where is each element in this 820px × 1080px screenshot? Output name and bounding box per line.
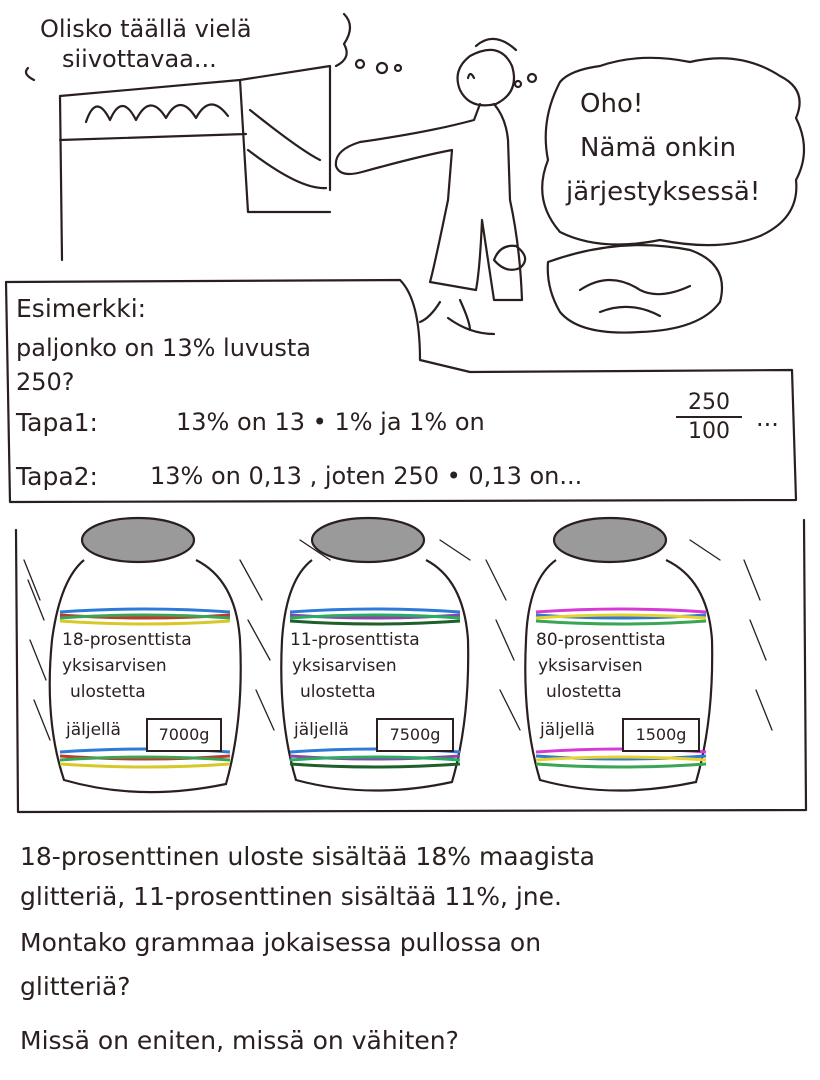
example-title: Esimerkki: <box>16 294 147 323</box>
jar-line-3: ulostetta <box>546 682 622 702</box>
jar-line-1: 80-prosenttista <box>536 630 666 650</box>
character <box>456 48 516 107</box>
jar-line-3: ulostetta <box>70 682 146 702</box>
glitter-stripe <box>289 619 461 626</box>
bottom-text-4: glitteriä? <box>20 972 131 1001</box>
glitter-stripe <box>289 607 461 614</box>
bubble-dot <box>354 58 366 70</box>
jar-left-label: jäljellä <box>540 720 595 740</box>
glitter-stripe <box>59 619 231 626</box>
bubble-dot <box>393 63 403 73</box>
bottom-text-1: 18-prosenttinen uloste sisältää 18% maag… <box>20 842 595 871</box>
bottom-text-5: Missä on eniten, missä on vähiten? <box>20 1026 459 1055</box>
glitter-stripe <box>535 619 707 626</box>
thought-text-right: Oho! Nämä onkin järjestyksessä! <box>566 89 761 207</box>
bottom-text-3: Montako grammaa jokaisessa pullossa on <box>20 928 542 957</box>
bottom-text-2: glitteriä, 11-prosenttinen sisältää 11%,… <box>20 882 562 911</box>
example-question-1: paljonko on 13% luvusta <box>16 334 311 362</box>
glitter-stripe <box>59 762 231 769</box>
way1-text: 13% on 13 • 1% ja 1% on <box>176 408 485 436</box>
example-question-2: 250? <box>16 368 75 396</box>
way1-tail: ... <box>756 404 779 432</box>
glitter-stripe <box>535 762 707 769</box>
fraction-numerator: 250 <box>676 390 742 418</box>
bag <box>546 244 724 334</box>
jar-line-3: ulostetta <box>300 682 376 702</box>
cabinet <box>58 64 332 262</box>
way2-label: Tapa2: <box>16 462 98 491</box>
way1-fraction: 250 100 <box>676 390 742 446</box>
jar-line-2: yksisarvisen <box>292 656 397 676</box>
way2-text: 13% on 0,13 , joten 250 • 0,13 on... <box>150 462 583 490</box>
glitter-stripe <box>535 607 707 614</box>
jar-left-label: jäljellä <box>66 720 121 740</box>
jar-line-1: 11-prosenttista <box>290 630 420 650</box>
jar-amount-box: 1500g <box>622 718 700 752</box>
glitter-stripe <box>59 607 231 614</box>
bubble-dot <box>375 61 389 75</box>
jar-amount-box: 7000g <box>146 718 222 752</box>
way1-label: Tapa1: <box>16 408 98 437</box>
jar-line-2: yksisarvisen <box>538 656 643 676</box>
jar-line-1: 18-prosenttista <box>62 630 192 650</box>
jar-amount-box: 7500g <box>376 718 454 752</box>
thought-text-left: Olisko täällä vielä siivottavaa... <box>40 15 252 73</box>
jar-line-2: yksisarvisen <box>62 656 167 676</box>
fraction-denominator: 100 <box>688 419 730 444</box>
glitter-stripe <box>289 762 461 769</box>
jar-left-label: jäljellä <box>294 720 349 740</box>
